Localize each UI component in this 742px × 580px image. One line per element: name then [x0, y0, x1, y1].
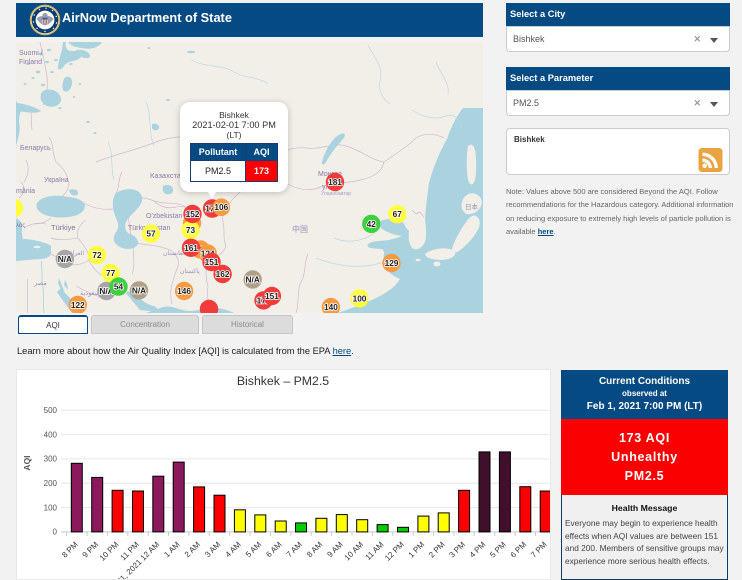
- svg-text:O'zbekistan: O'zbekistan: [146, 213, 182, 220]
- svg-text:72: 72: [92, 250, 102, 260]
- svg-text:161: 161: [184, 243, 198, 253]
- svg-text:日本: 日本: [465, 202, 479, 211]
- svg-text:54: 54: [114, 282, 124, 292]
- svg-text:پاکستان: پاکستان: [180, 268, 200, 275]
- svg-text:Улаанбаатар: Улаанбаатар: [321, 191, 351, 197]
- svg-text:N/A: N/A: [246, 275, 260, 285]
- svg-text:67: 67: [393, 209, 403, 219]
- svg-text:73: 73: [186, 225, 196, 235]
- svg-text:Bishkek – PM2.5: Bishkek – PM2.5: [237, 374, 329, 388]
- svg-text:500: 500: [44, 406, 58, 415]
- svg-text:181: 181: [328, 177, 342, 187]
- svg-text:λάς: λάς: [16, 222, 25, 229]
- svg-text:Suomi /: Suomi /: [19, 50, 43, 57]
- svg-text:162: 162: [216, 269, 230, 279]
- svg-text:Türkiye: Türkiye: [51, 223, 76, 232]
- svg-text:152: 152: [186, 209, 200, 219]
- svg-text:300: 300: [44, 455, 58, 464]
- svg-text:N/A: N/A: [132, 285, 146, 295]
- svg-text:151: 151: [205, 257, 219, 267]
- svg-text:140: 140: [324, 302, 338, 312]
- svg-text:100: 100: [44, 503, 58, 512]
- svg-text:400: 400: [44, 430, 58, 439]
- svg-text:57: 57: [146, 229, 156, 239]
- svg-text:77: 77: [106, 268, 116, 278]
- svg-text:Україна: Україна: [44, 177, 69, 184]
- svg-text:151: 151: [265, 291, 279, 301]
- svg-text:Беларусь: Беларусь: [20, 145, 51, 152]
- svg-text:mânia: mânia: [16, 188, 35, 195]
- svg-text:106: 106: [214, 202, 228, 212]
- svg-text:AQI: AQI: [22, 455, 32, 470]
- svg-text:122: 122: [71, 300, 85, 310]
- svg-text:0: 0: [53, 528, 58, 537]
- svg-text:مصر: مصر: [33, 280, 47, 287]
- svg-text:129: 129: [385, 258, 399, 268]
- svg-text:146: 146: [177, 286, 191, 296]
- svg-text:200: 200: [44, 479, 58, 488]
- svg-text:N/A: N/A: [58, 254, 72, 264]
- svg-text:Finland: Finland: [19, 59, 42, 66]
- svg-text:中国: 中国: [292, 224, 308, 234]
- svg-text:42: 42: [367, 219, 377, 229]
- svg-text:100: 100: [353, 293, 367, 303]
